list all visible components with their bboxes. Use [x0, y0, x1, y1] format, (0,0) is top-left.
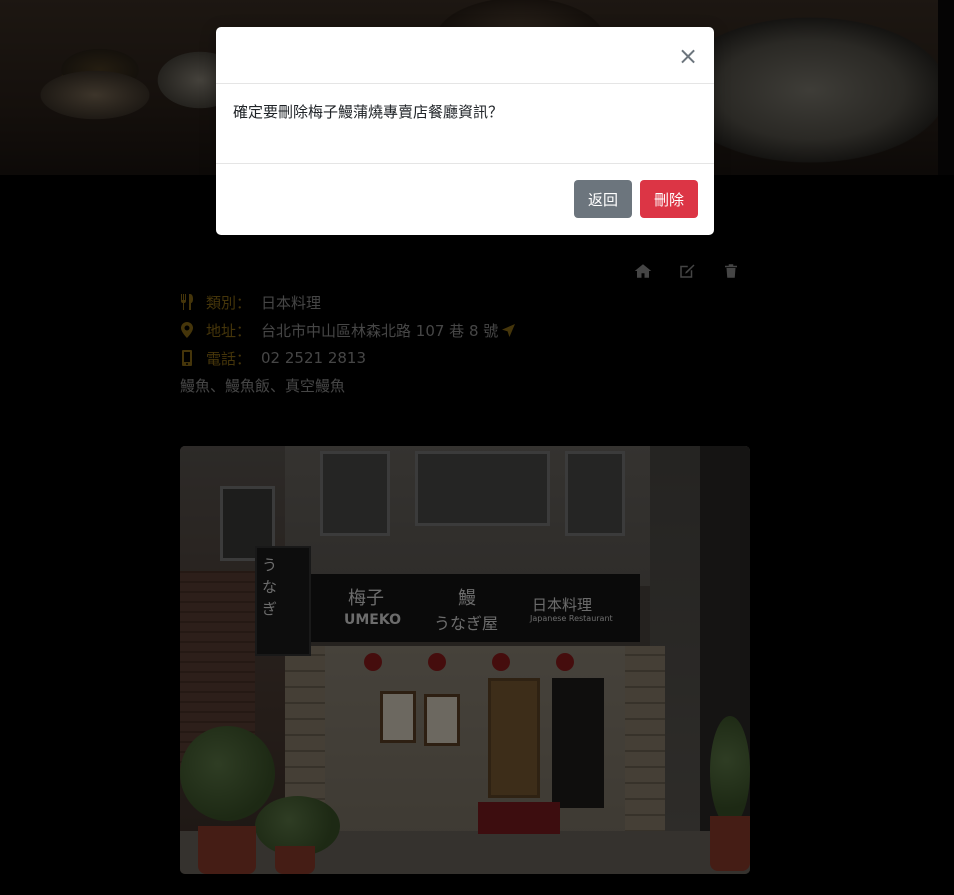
- modal-header: ×: [216, 27, 714, 84]
- delete-confirm-modal: × 確定要刪除梅子鰻蒲燒專賣店餐廳資訊？ 返回 刪除: [216, 27, 714, 235]
- confirm-message: 確定要刪除梅子鰻蒲燒專賣店餐廳資訊？: [233, 103, 504, 121]
- back-button[interactable]: 返回: [574, 180, 632, 218]
- modal-footer: 返回 刪除: [216, 164, 714, 234]
- close-icon[interactable]: ×: [678, 44, 698, 68]
- modal-body: 確定要刪除梅子鰻蒲燒專賣店餐廳資訊？: [216, 84, 714, 164]
- restaurant-detail-page: 類別： 日本料理 地址： 台北市中山區林森北路 107 巷 8 號 電話： 02…: [0, 0, 954, 895]
- delete-button[interactable]: 刪除: [640, 180, 698, 218]
